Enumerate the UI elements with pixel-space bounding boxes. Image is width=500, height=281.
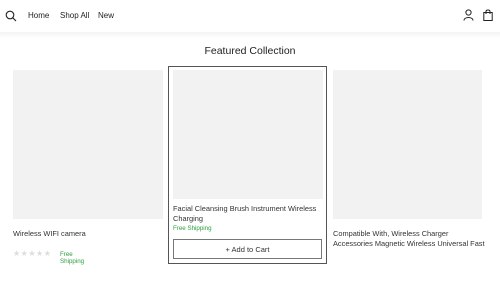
- nav-new[interactable]: New: [98, 11, 114, 20]
- search-icon[interactable]: [5, 10, 17, 22]
- user-icon[interactable]: [463, 9, 474, 21]
- add-to-cart-button[interactable]: + Add to Cart: [173, 239, 322, 259]
- bag-icon[interactable]: [483, 9, 493, 21]
- rating-stars: ★★★★★: [13, 249, 52, 258]
- product-image[interactable]: [333, 70, 482, 219]
- section-title: Featured Collection: [204, 45, 296, 57]
- product-name[interactable]: Compatible With, Wireless Charger Access…: [333, 229, 485, 249]
- product-image[interactable]: [13, 70, 163, 219]
- nav-shop-all[interactable]: Shop All: [60, 11, 89, 20]
- product-name[interactable]: Facial Cleansing Brush Instrument Wirele…: [173, 204, 323, 224]
- product-name[interactable]: Wireless WIFI camera: [13, 229, 163, 239]
- site-header: Home Shop All New: [0, 0, 500, 32]
- nav-home[interactable]: Home: [28, 11, 49, 20]
- product-image[interactable]: [173, 70, 323, 199]
- shipping-label: Free Shipping: [173, 225, 212, 232]
- header-divider: [0, 32, 500, 38]
- shipping-label: Free Shipping: [60, 251, 85, 265]
